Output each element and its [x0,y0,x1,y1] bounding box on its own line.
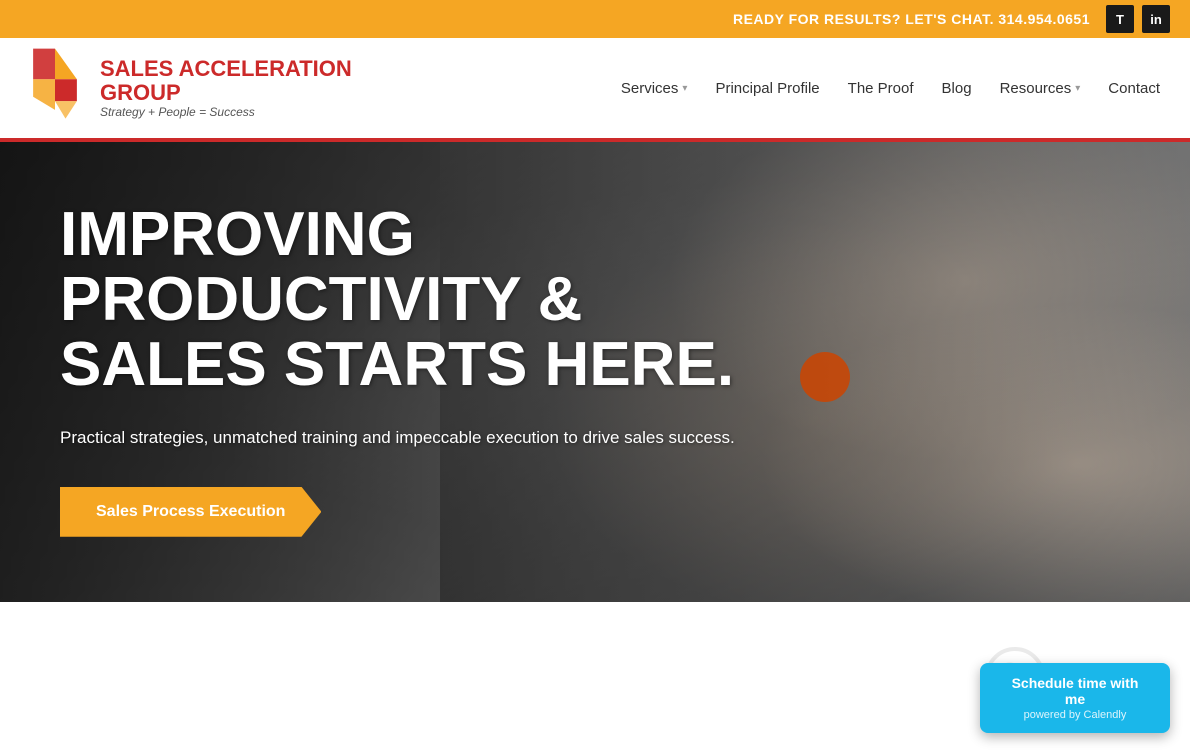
logo-area[interactable]: SALES ACCELERATION GROUP Strategy + Peop… [20,48,352,128]
header: SALES ACCELERATION GROUP Strategy + Peop… [0,38,1190,142]
logo-diamond-icon [20,48,90,128]
calendly-widget[interactable]: Schedule time with me powered by Calendl… [980,663,1170,733]
nav-item-blog[interactable]: Blog [942,80,972,97]
twitter-icon[interactable]: T [1106,5,1134,33]
calendly-schedule-text: Schedule time with me [1000,675,1150,707]
logo-text: SALES ACCELERATION GROUP Strategy + Peop… [100,57,352,119]
hero-content: IMPROVING PRODUCTIVITY & SALES STARTS HE… [60,202,740,537]
top-bar-cta-text: READY FOR RESULTS? LET'S CHAT. 314.954.0… [733,11,1090,27]
hero-decorative-dot [800,352,850,402]
hero-headline: IMPROVING PRODUCTIVITY & SALES STARTS HE… [60,202,740,397]
chevron-down-icon: ▾ [682,83,687,94]
nav-item-contact[interactable]: Contact [1108,80,1160,97]
logo-tagline: Strategy + People = Success [100,105,352,119]
chevron-down-icon-resources: ▾ [1075,83,1080,94]
linkedin-icon[interactable]: in [1142,5,1170,33]
nav-item-resources[interactable]: Resources ▾ [1000,80,1081,97]
hero-subtitle: Practical strategies, unmatched training… [60,425,740,451]
main-nav: Services ▾ Principal Profile The Proof B… [621,80,1160,97]
top-bar: READY FOR RESULTS? LET'S CHAT. 314.954.0… [0,0,1190,38]
nav-item-principal-profile[interactable]: Principal Profile [715,80,819,97]
nav-item-the-proof[interactable]: The Proof [848,80,914,97]
social-icons: T in [1106,5,1170,33]
hero-section: IMPROVING PRODUCTIVITY & SALES STARTS HE… [0,142,1190,602]
logo-sales-text: SALES ACCELERATION [100,56,352,81]
logo-group-text: GROUP [100,80,181,105]
calendly-powered-text: powered by Calendly [1000,709,1150,721]
hero-cta-button[interactable]: Sales Process Execution [60,487,321,537]
nav-item-services[interactable]: Services ▾ [621,80,688,97]
